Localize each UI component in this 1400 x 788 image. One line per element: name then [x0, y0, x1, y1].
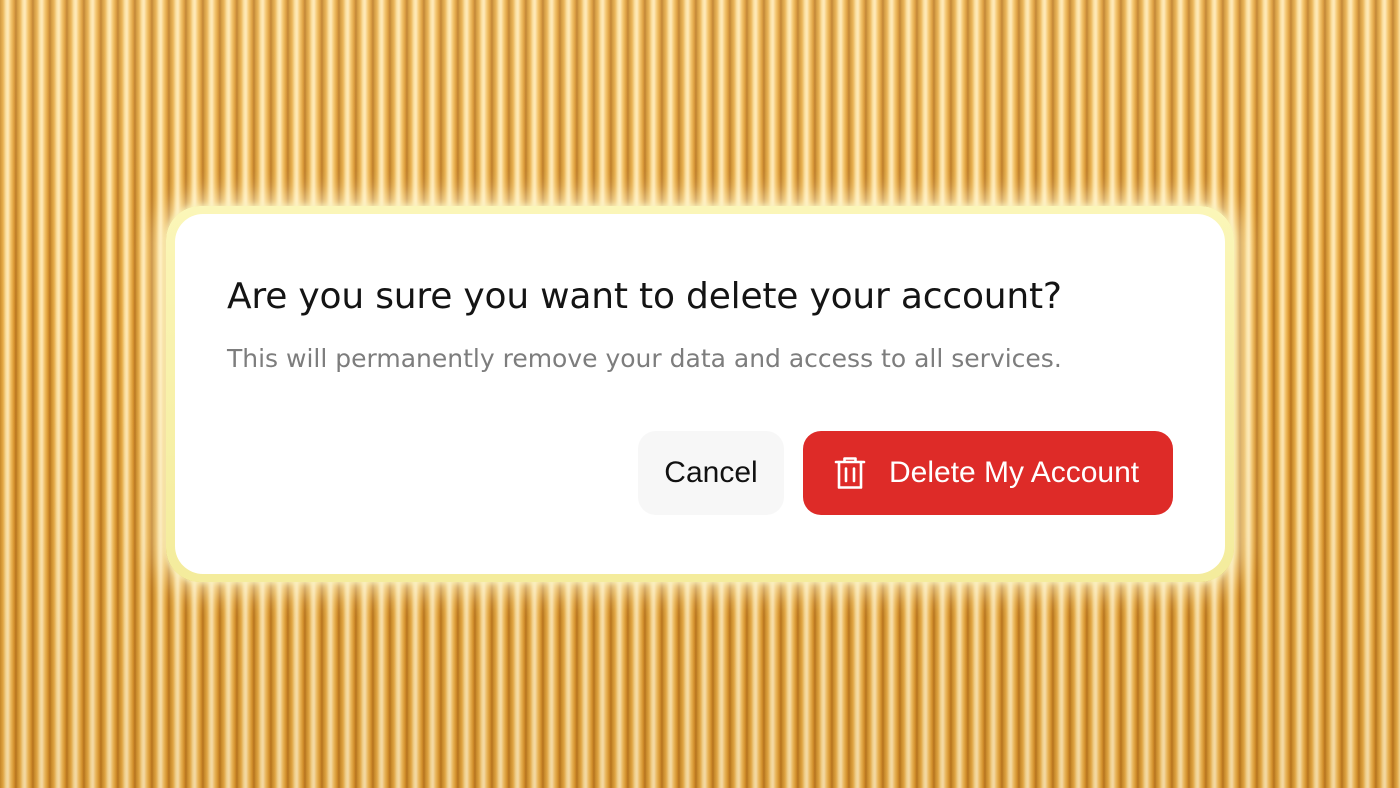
- cancel-button-label: Cancel: [664, 456, 758, 489]
- dialog-title: Are you sure you want to delete your acc…: [227, 276, 1062, 317]
- dialog-message: This will permanently remove your data a…: [227, 344, 1062, 373]
- delete-account-button[interactable]: Delete My Account: [803, 431, 1173, 515]
- trash-icon: [833, 455, 867, 491]
- delete-account-button-label: Delete My Account: [889, 456, 1140, 489]
- cancel-button[interactable]: Cancel: [638, 431, 784, 515]
- confirm-delete-dialog: Are you sure you want to delete your acc…: [175, 214, 1225, 574]
